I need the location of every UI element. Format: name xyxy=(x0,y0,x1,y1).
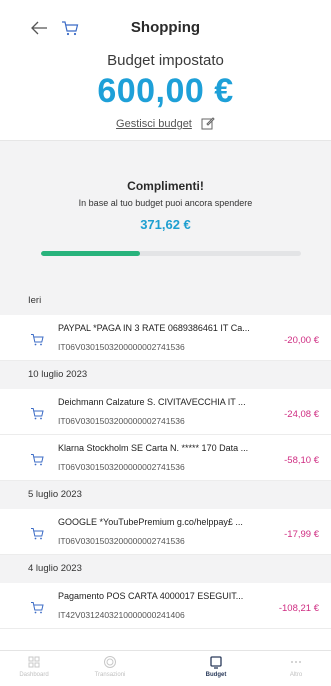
nav-budget[interactable]: Budget xyxy=(186,655,246,678)
cart-icon xyxy=(31,528,44,540)
edit-icon[interactable] xyxy=(201,116,215,130)
transaction-iban: IT06V0301503200000002741536 xyxy=(58,416,185,426)
transaction-row[interactable]: GOOGLE *YouTubePremium g.co/helppay£ ...… xyxy=(0,509,331,555)
nav-transactions[interactable]: Transazioni xyxy=(80,655,140,678)
congrats-title: Complimenti! xyxy=(127,179,204,193)
nav-label: Dashboard xyxy=(19,672,49,678)
cart-icon xyxy=(31,602,44,614)
more-icon xyxy=(291,661,301,663)
budget-progress-fill xyxy=(41,251,140,256)
congrats-subtitle: In base al tuo budget puoi ancora spende… xyxy=(78,198,253,208)
transaction-iban: IT06V0301503200000002741536 xyxy=(58,462,185,472)
cart-icon xyxy=(31,454,44,466)
transaction-iban: IT42V0312403210000000241406 xyxy=(58,610,185,620)
nav-dashboard[interactable]: Dashboard xyxy=(4,655,64,678)
transaction-description: Deichmann Calzature S. CIVITAVECCHIA IT … xyxy=(58,397,246,407)
transaction-row[interactable]: Klarna Stockholm SE Carta N. ***** 170 D… xyxy=(0,435,331,481)
grid-icon xyxy=(28,656,40,668)
budget-label: Budget impostato xyxy=(107,52,224,69)
transaction-iban: IT06V0301503200000002741536 xyxy=(58,536,185,546)
coin-icon xyxy=(104,656,116,668)
date-section-header: 5 luglio 2023 xyxy=(0,481,331,509)
budget-summary: Complimenti! In base al tuo budget puoi … xyxy=(0,140,331,287)
transaction-amount: -108,21 € xyxy=(278,603,319,614)
date-section-header: Ieri xyxy=(0,287,331,315)
transaction-row[interactable]: Deichmann Calzature S. CIVITAVECCHIA IT … xyxy=(0,389,331,435)
transaction-row[interactable]: Pagamento POS CARTA 4000017 ESEGUIT... IT… xyxy=(0,583,331,629)
budget-amount: 600,00 € xyxy=(97,72,234,110)
transaction-amount: -17,99 € xyxy=(284,529,319,540)
transaction-description: PAYPAL *PAGA IN 3 RATE 0689386461 IT Ca.… xyxy=(58,323,250,333)
nav-label: Budget xyxy=(205,672,227,678)
transaction-iban: IT06V0301503200000002741536 xyxy=(58,342,185,352)
transaction-row[interactable]: PAYPAL *PAGA IN 3 RATE 0689386461 IT Ca.… xyxy=(0,315,331,361)
transaction-list: Ieri PAYPAL *PAGA IN 3 RATE 0689386461 IT… xyxy=(0,287,331,650)
header: Shopping Budget impostato 600,00 € Gesti… xyxy=(0,0,331,140)
page-title: Shopping xyxy=(130,19,201,36)
bottom-navigation: Dashboard Transazioni Budget Altro xyxy=(0,650,331,686)
manage-budget[interactable]: Gestisci budget xyxy=(0,116,331,130)
transaction-amount: -58,10 € xyxy=(284,455,319,466)
transaction-description: GOOGLE *YouTubePremium g.co/helppay£ ... xyxy=(58,517,243,527)
cart-icon xyxy=(31,334,44,346)
transaction-description: Pagamento POS CARTA 4000017 ESEGUIT... xyxy=(58,591,244,601)
date-section-header: 4 luglio 2023 xyxy=(0,555,331,583)
nav-label: Altro xyxy=(289,672,303,678)
budget-progress-bar xyxy=(41,251,301,256)
nav-more[interactable]: Altro xyxy=(266,655,326,678)
transaction-amount: -24,08 € xyxy=(284,409,319,420)
cart-icon xyxy=(31,408,44,420)
remaining-amount: 371,62 € xyxy=(140,217,191,232)
transaction-amount: -20,00 € xyxy=(284,335,319,346)
budget-icon xyxy=(210,656,222,669)
date-section-header: 10 luglio 2023 xyxy=(0,361,331,389)
manage-budget-link[interactable]: Gestisci budget xyxy=(116,118,192,130)
nav-label: Transazioni xyxy=(94,672,126,678)
top-bar: Shopping xyxy=(0,14,331,42)
transaction-description: Klarna Stockholm SE Carta N. ***** 170 D… xyxy=(58,443,249,453)
